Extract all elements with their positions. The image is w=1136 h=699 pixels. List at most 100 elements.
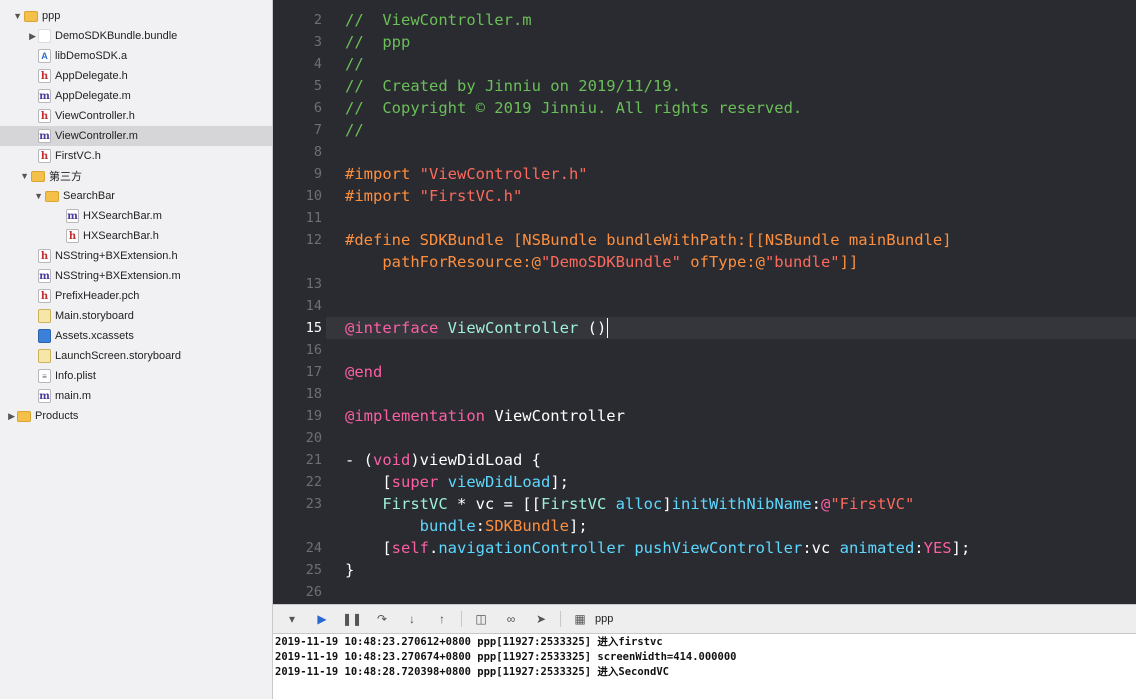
navigator-item-label: 第三方: [49, 171, 82, 183]
navigator-item[interactable]: ▶ DemoSDKBundle.bundle: [0, 26, 272, 46]
chevron-down-icon[interactable]: ▼: [13, 11, 22, 21]
code-line[interactable]: // Copyright © 2019 Jinniu. All rights r…: [345, 97, 802, 119]
code-line[interactable]: // ViewController.m: [345, 9, 532, 31]
line-number: 14: [305, 298, 322, 314]
code-line[interactable]: #import "ViewController.h": [345, 163, 588, 185]
code-token: "FirstVC": [830, 495, 915, 513]
code-line[interactable]: [super viewDidLoad];: [345, 471, 569, 493]
code-token: // Created by Jinniu on 2019/11/19.: [345, 77, 681, 95]
code-line[interactable]: #import "FirstVC.h": [345, 185, 522, 207]
chevron-down-icon[interactable]: ▼: [20, 171, 29, 181]
code-line[interactable]: @implementation ViewController: [345, 405, 625, 427]
code-line[interactable]: bundle:SDKBundle];: [345, 515, 588, 537]
navigator-item[interactable]: m AppDelegate.m: [0, 86, 272, 106]
code-line[interactable]: }: [345, 559, 354, 581]
code-line[interactable]: @end: [345, 361, 382, 383]
code-line[interactable]: // Created by Jinniu on 2019/11/19.: [345, 75, 681, 97]
step-over-icon[interactable]: ↷: [371, 609, 393, 629]
navigator-item[interactable]: ▼ SearchBar: [0, 186, 272, 206]
code-line[interactable]: #define SDKBundle [NSBundle bundleWithPa…: [345, 229, 952, 251]
code-token: ]: [662, 495, 672, 513]
navigator-item[interactable]: ▼ 第三方: [0, 166, 272, 186]
navigator-item[interactable]: h HXSearchBar.h: [0, 226, 272, 246]
navigator-item[interactable]: AlibDemoSDK.a: [0, 46, 272, 66]
disclosure-triangle[interactable]: ▼: [0, 190, 43, 202]
step-out-icon[interactable]: ↑: [431, 609, 453, 629]
debug-target-label[interactable]: ppp: [595, 613, 613, 625]
navigator-item-label: FirstVC.h: [55, 150, 101, 162]
navigator-item-label: libDemoSDK.a: [55, 50, 128, 62]
code-line[interactable]: //: [345, 119, 364, 141]
navigator-item[interactable]: h NSString+BXExtension.h: [0, 246, 272, 266]
chevron-right-icon[interactable]: ▶: [29, 31, 36, 41]
disclosure-triangle[interactable]: ▶: [0, 30, 36, 42]
navigator-item-label: LaunchScreen.storyboard: [55, 350, 181, 362]
pause-icon[interactable]: ❚❚: [341, 609, 363, 629]
navigator-item-label: DemoSDKBundle.bundle: [55, 30, 178, 42]
debug-console[interactable]: 2019-11-19 10:48:23.270612+0800 ppp[1192…: [273, 634, 1136, 699]
code-line[interactable]: @interface ViewController (): [345, 317, 606, 339]
navigator-item[interactable]: Assets.xcassets: [0, 326, 272, 346]
navigator-item[interactable]: m NSString+BXExtension.m: [0, 266, 272, 286]
navigator-item[interactable]: LaunchScreen.storyboard: [0, 346, 272, 366]
code-token: - (: [345, 451, 373, 469]
code-token: pushViewController: [634, 539, 803, 557]
objc-file-icon: m: [38, 129, 51, 143]
navigator-item[interactable]: ▼ ppp: [0, 6, 272, 26]
code-token: // Copyright © 2019 Jinniu. All rights r…: [345, 99, 803, 117]
code-token: navigationController: [438, 539, 625, 557]
navigator-item[interactable]: Main.storyboard: [0, 306, 272, 326]
hide-console-icon[interactable]: ▾: [281, 609, 303, 629]
code-token: FirstVC: [540, 495, 607, 513]
breakpoints-icon[interactable]: ▶: [311, 609, 333, 629]
navigator-item-label: PrefixHeader.pch: [55, 290, 140, 302]
code-line[interactable]: // ppp: [345, 31, 410, 53]
objc-file-icon: m: [38, 269, 51, 283]
navigator-item[interactable]: h AppDelegate.h: [0, 66, 272, 86]
folder-icon: [17, 410, 31, 422]
navigator-item[interactable]: m main.m: [0, 386, 272, 406]
code-line[interactable]: - (void)viewDidLoad {: [345, 449, 541, 471]
navigator-item[interactable]: m HXSearchBar.m: [0, 206, 272, 226]
navigator-item-label: ViewController.h: [55, 110, 135, 122]
code-line[interactable]: FirstVC * vc = [[FirstVC alloc]initWithN…: [345, 493, 914, 515]
code-line[interactable]: pathForResource:@"DemoSDKBundle" ofType:…: [345, 251, 858, 273]
line-number: 11: [305, 210, 322, 226]
navigator-item[interactable]: ≡ Info.plist: [0, 366, 272, 386]
disclosure-triangle[interactable]: ▼: [0, 170, 29, 182]
chevron-down-icon[interactable]: ▼: [34, 191, 43, 201]
chevron-right-icon[interactable]: ▶: [8, 411, 15, 421]
pch-file-icon: h: [38, 289, 51, 303]
navigator-item[interactable]: h FirstVC.h: [0, 146, 272, 166]
code-line[interactable]: [self.navigationController pushViewContr…: [345, 537, 970, 559]
step-into-icon[interactable]: ↓: [401, 609, 423, 629]
code-token: SDKBundle: [485, 517, 569, 535]
line-number: 21: [305, 452, 322, 468]
navigator-item[interactable]: m ViewController.m: [0, 126, 272, 146]
library-icon: A: [38, 49, 51, 63]
navigator-item[interactable]: h ViewController.h: [0, 106, 272, 126]
memory-graph-icon[interactable]: ∞: [500, 609, 522, 629]
code-token: ViewController: [484, 407, 625, 425]
code-token: super: [391, 473, 439, 491]
source-editor[interactable]: 2 3 4 5 6 7 8 9 10 11 12 13 14 15 16 17 18 19 20 21 22 23 24 25…: [273, 0, 1136, 604]
location-icon[interactable]: ➤: [530, 609, 552, 629]
code-token: @: [821, 495, 831, 513]
code-token: @end: [345, 363, 383, 381]
disclosure-triangle[interactable]: ▼: [0, 10, 22, 22]
line-number: 12: [305, 232, 322, 248]
navigator-item[interactable]: ▶ Products: [0, 406, 272, 426]
bundle-icon: [38, 29, 51, 43]
code-line[interactable]: //: [345, 53, 364, 75]
line-number: 26: [305, 584, 322, 600]
console-log-line: 2019-11-19 10:48:23.270612+0800 ppp[1192…: [275, 636, 663, 648]
code-token: "bundle": [764, 253, 840, 271]
code-token: (): [578, 319, 607, 337]
navigator-item[interactable]: h PrefixHeader.pch: [0, 286, 272, 306]
plist-icon: ≡: [38, 369, 51, 383]
view-debugger-icon[interactable]: ◫: [470, 609, 492, 629]
disclosure-triangle[interactable]: ▶: [0, 410, 15, 422]
